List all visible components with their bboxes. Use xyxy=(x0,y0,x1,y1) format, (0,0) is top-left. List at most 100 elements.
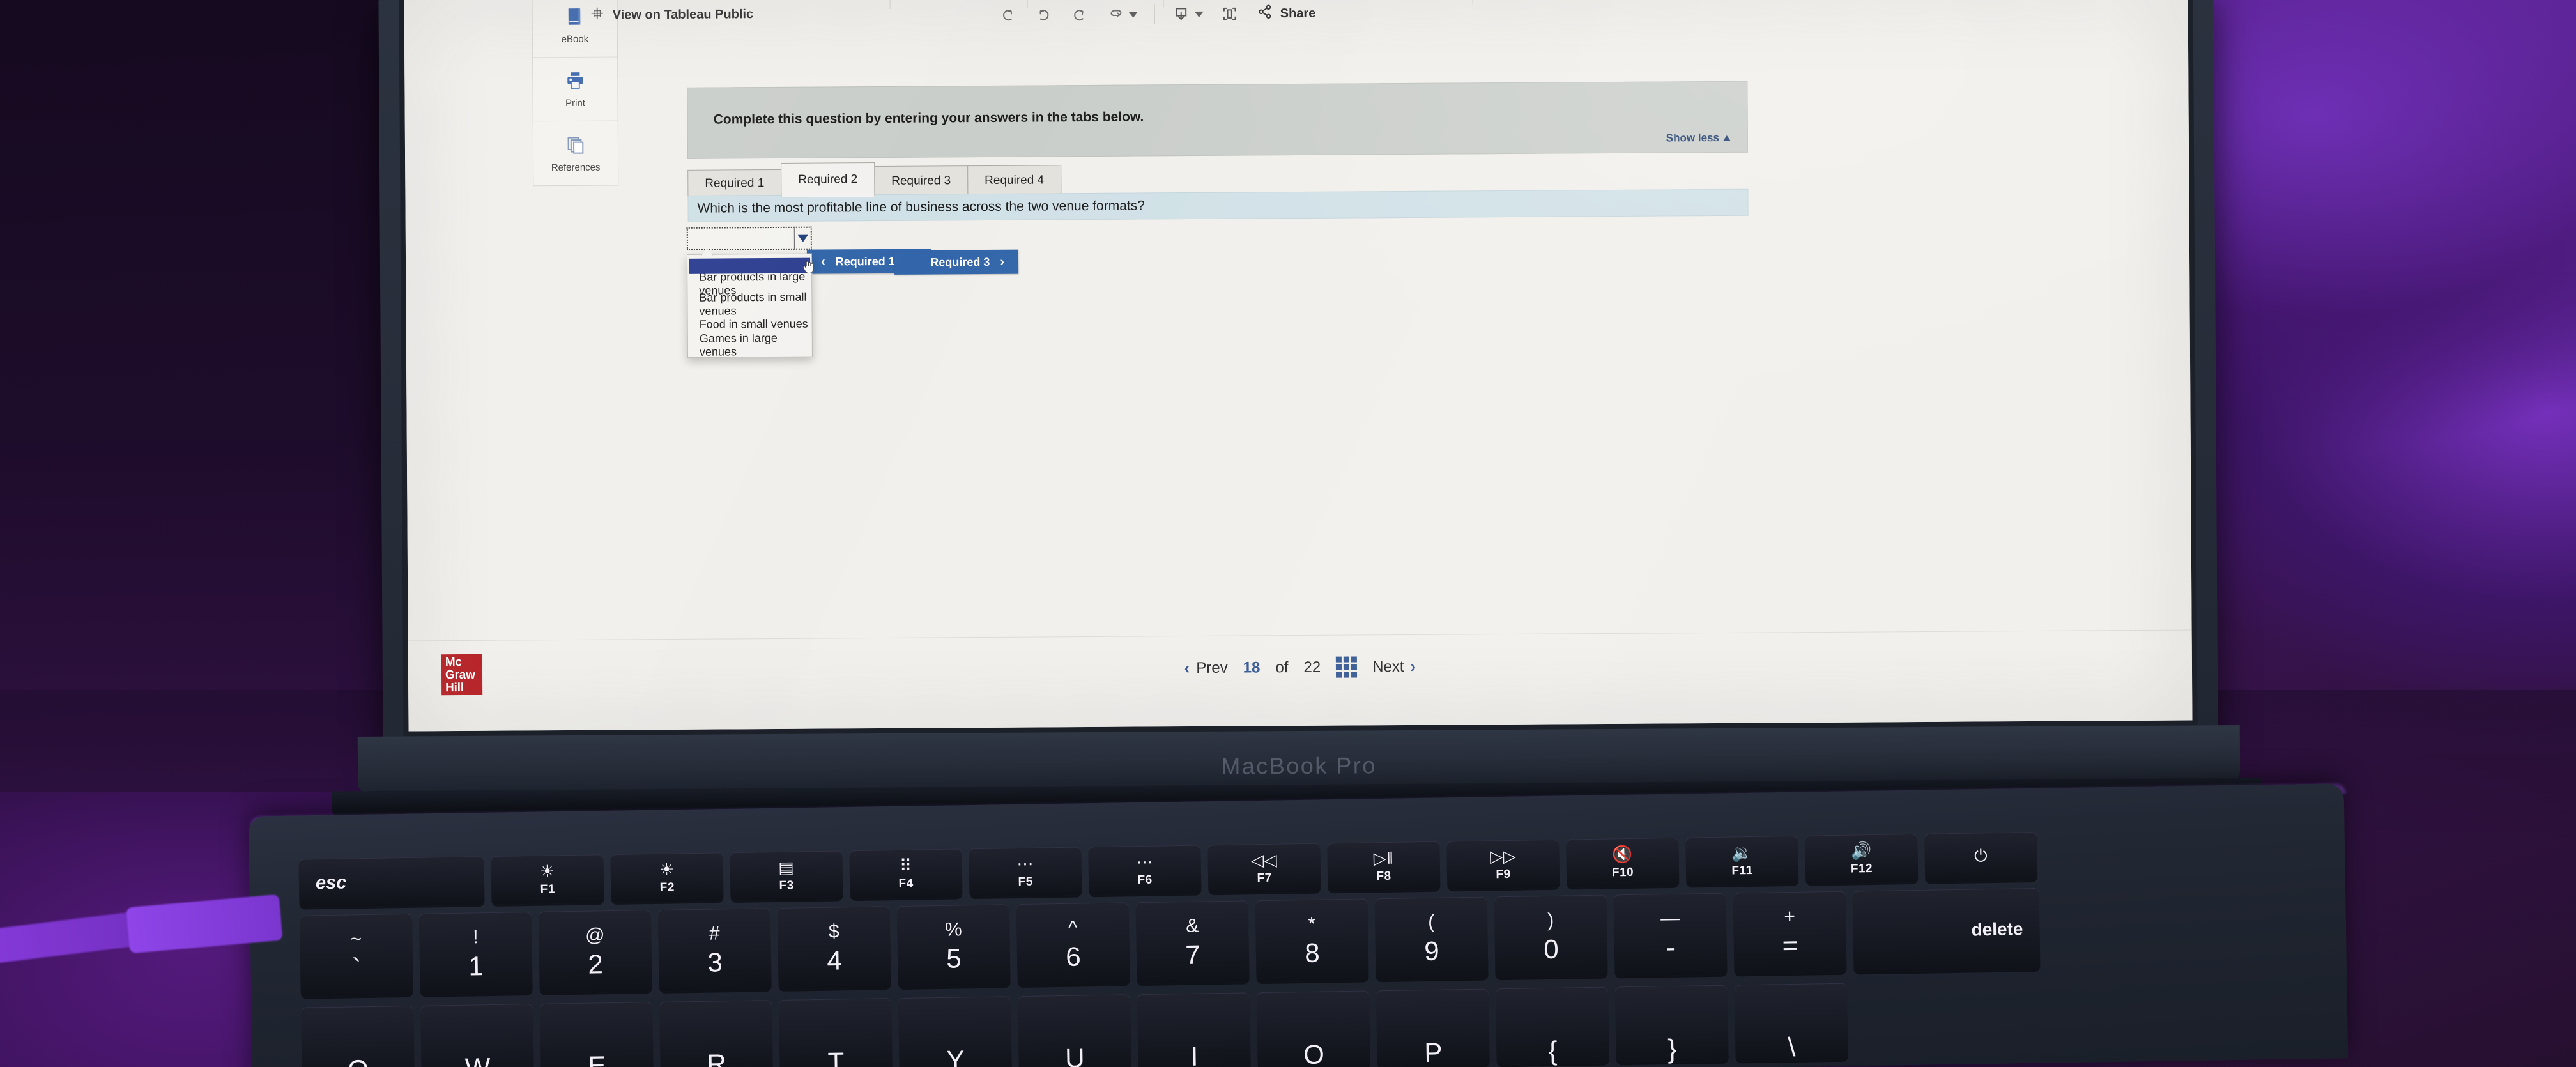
key-[interactable]: ~ ` xyxy=(299,913,413,997)
key-x[interactable]: { xyxy=(1495,986,1609,1066)
grid-menu-icon[interactable] xyxy=(1336,656,1358,678)
fullscreen-icon[interactable] xyxy=(1220,4,1239,24)
key-f2[interactable]: ☀ F2 xyxy=(610,852,724,903)
key-u[interactable]: U xyxy=(1017,994,1131,1067)
revert-icon[interactable] xyxy=(1070,5,1089,24)
key-f10[interactable]: 🔇 F10 xyxy=(1566,837,1680,888)
key-label: F4 xyxy=(898,877,914,891)
next-page-button[interactable]: Next › xyxy=(1372,657,1416,677)
keyboard-number-row: ~ `! 1 @2 #3 $4% 5 ^ 6 & 7 * 8(9) 0— - + = delete xyxy=(299,887,2041,997)
show-less-toggle[interactable]: Show less xyxy=(1666,132,1731,145)
dropdown-option-label: Food in small venues xyxy=(699,317,808,331)
pages-stack-icon xyxy=(565,134,586,158)
chevron-left-icon: ‹ xyxy=(1184,658,1190,678)
key-p[interactable]: P xyxy=(1376,988,1490,1067)
refresh-icon[interactable] xyxy=(1106,5,1138,24)
key-f11[interactable]: 🔉 F11 xyxy=(1685,835,1799,886)
key-shift-symbol: — xyxy=(1660,907,1680,929)
key-glyph: ⠿ xyxy=(899,856,912,875)
key-label: - xyxy=(1666,932,1676,962)
print-button[interactable]: Print xyxy=(533,57,618,122)
key-r[interactable]: R xyxy=(659,1000,773,1067)
key-label: F3 xyxy=(779,879,794,893)
tab-required-2[interactable]: Required 2 xyxy=(781,162,875,197)
key-7[interactable]: & 7 xyxy=(1135,900,1250,985)
download-icon[interactable] xyxy=(1172,4,1204,24)
key-label: F1 xyxy=(540,882,555,896)
tab-required-4[interactable]: Required 4 xyxy=(967,165,1062,197)
key-0[interactable]: ) 0 xyxy=(1494,894,1608,979)
key-label: 4 xyxy=(826,944,843,976)
key-x[interactable]: \ xyxy=(1734,983,1848,1063)
laptop-screen: eBook Print References View on Tableau P… xyxy=(404,0,2193,732)
dropdown-option[interactable]: Games in large venues xyxy=(688,331,812,358)
dropdown-option-blank[interactable] xyxy=(689,257,814,274)
key-f12[interactable]: 🔊 F12 xyxy=(1805,833,1919,884)
key-delete[interactable]: delete xyxy=(1852,887,2041,973)
key-y[interactable]: Y xyxy=(898,996,1012,1067)
key-label: U xyxy=(1064,1043,1085,1067)
tab-required-1[interactable]: Required 1 xyxy=(687,169,782,198)
book-icon xyxy=(564,6,586,31)
dropdown-option[interactable]: Bar products in small venues xyxy=(687,290,811,317)
key-label: 0 xyxy=(1543,933,1559,964)
key-glyph: 🔉 xyxy=(1731,842,1753,862)
next-requirement-button[interactable]: Required 3 › xyxy=(894,249,1019,275)
key-t[interactable]: T xyxy=(778,998,893,1067)
key-glyph: 🔊 xyxy=(1850,840,1873,861)
total-page-number: 22 xyxy=(1303,658,1321,676)
key-f6[interactable]: ⋯ F6 xyxy=(1088,845,1202,896)
answer-select[interactable] xyxy=(686,226,812,250)
references-button[interactable]: References xyxy=(533,121,618,186)
refresh-caret-icon[interactable] xyxy=(1128,12,1138,18)
key-f7[interactable]: ◁◁ F7 xyxy=(1208,843,1321,894)
key-5[interactable]: % 5 xyxy=(896,904,1011,988)
key-label: I xyxy=(1190,1041,1199,1067)
top-separator xyxy=(1472,0,1473,6)
key-label: \ xyxy=(1788,1031,1796,1063)
view-on-tableau-public-link[interactable]: View on Tableau Public xyxy=(590,4,754,25)
key-label: F9 xyxy=(1496,867,1511,881)
key-[interactable]: + = xyxy=(1733,891,1847,975)
download-caret-icon[interactable] xyxy=(1194,11,1204,17)
key-label: F2 xyxy=(659,880,675,894)
key-4[interactable]: $4 xyxy=(777,906,891,990)
prev-page-button[interactable]: ‹ Prev xyxy=(1184,658,1228,678)
key-i[interactable]: I xyxy=(1137,992,1251,1067)
key-1[interactable]: ! 1 xyxy=(418,911,533,995)
key-e[interactable]: E xyxy=(540,1002,654,1067)
key-power[interactable]: ⏻ xyxy=(1924,831,2038,882)
key-shift-symbol: ( xyxy=(1427,911,1435,933)
key-glyph: ☀ xyxy=(539,861,555,881)
pagination-bar: ‹ Prev 18 of 22 Next › xyxy=(408,651,2192,683)
key-6[interactable]: ^ 6 xyxy=(1016,902,1130,986)
key-2[interactable]: @2 xyxy=(538,910,652,994)
key-f8[interactable]: ▷ǁ F8 xyxy=(1327,841,1441,892)
key-f4[interactable]: ⠿ F4 xyxy=(849,848,963,900)
share-button[interactable]: Share xyxy=(1256,3,1316,25)
undo-icon[interactable] xyxy=(999,6,1018,25)
key-f1[interactable]: ☀ F1 xyxy=(491,854,604,905)
key-shift-symbol: & xyxy=(1185,915,1199,937)
key-f5[interactable]: ⋯ F5 xyxy=(969,847,1082,898)
redo-icon[interactable] xyxy=(1034,5,1054,24)
key-shift-symbol: + xyxy=(1784,905,1796,927)
answer-dropdown-list[interactable]: Bar products in large venues Bar product… xyxy=(686,254,814,358)
key-o[interactable]: O xyxy=(1256,990,1370,1067)
key-[interactable]: — - xyxy=(1613,893,1728,977)
key-w[interactable]: W xyxy=(420,1003,534,1067)
key-3[interactable]: #3 xyxy=(657,908,772,992)
key-8[interactable]: * 8 xyxy=(1255,898,1369,983)
key-f9[interactable]: ▷▷ F9 xyxy=(1446,839,1560,890)
prev-page-label: Prev xyxy=(1196,659,1228,677)
key-9[interactable]: (9 xyxy=(1374,896,1489,981)
key-esc[interactable]: esc xyxy=(298,856,485,908)
key-label: 5 xyxy=(946,942,962,974)
key-f3[interactable]: ▤ F3 xyxy=(730,850,843,902)
key-label: 2 xyxy=(588,948,604,979)
tab-required-3[interactable]: Required 3 xyxy=(874,165,969,197)
key-q[interactable]: Q xyxy=(301,1005,415,1067)
key-x[interactable]: } xyxy=(1614,985,1729,1064)
chevron-down-icon[interactable] xyxy=(793,227,811,249)
key-label: 8 xyxy=(1304,937,1320,968)
